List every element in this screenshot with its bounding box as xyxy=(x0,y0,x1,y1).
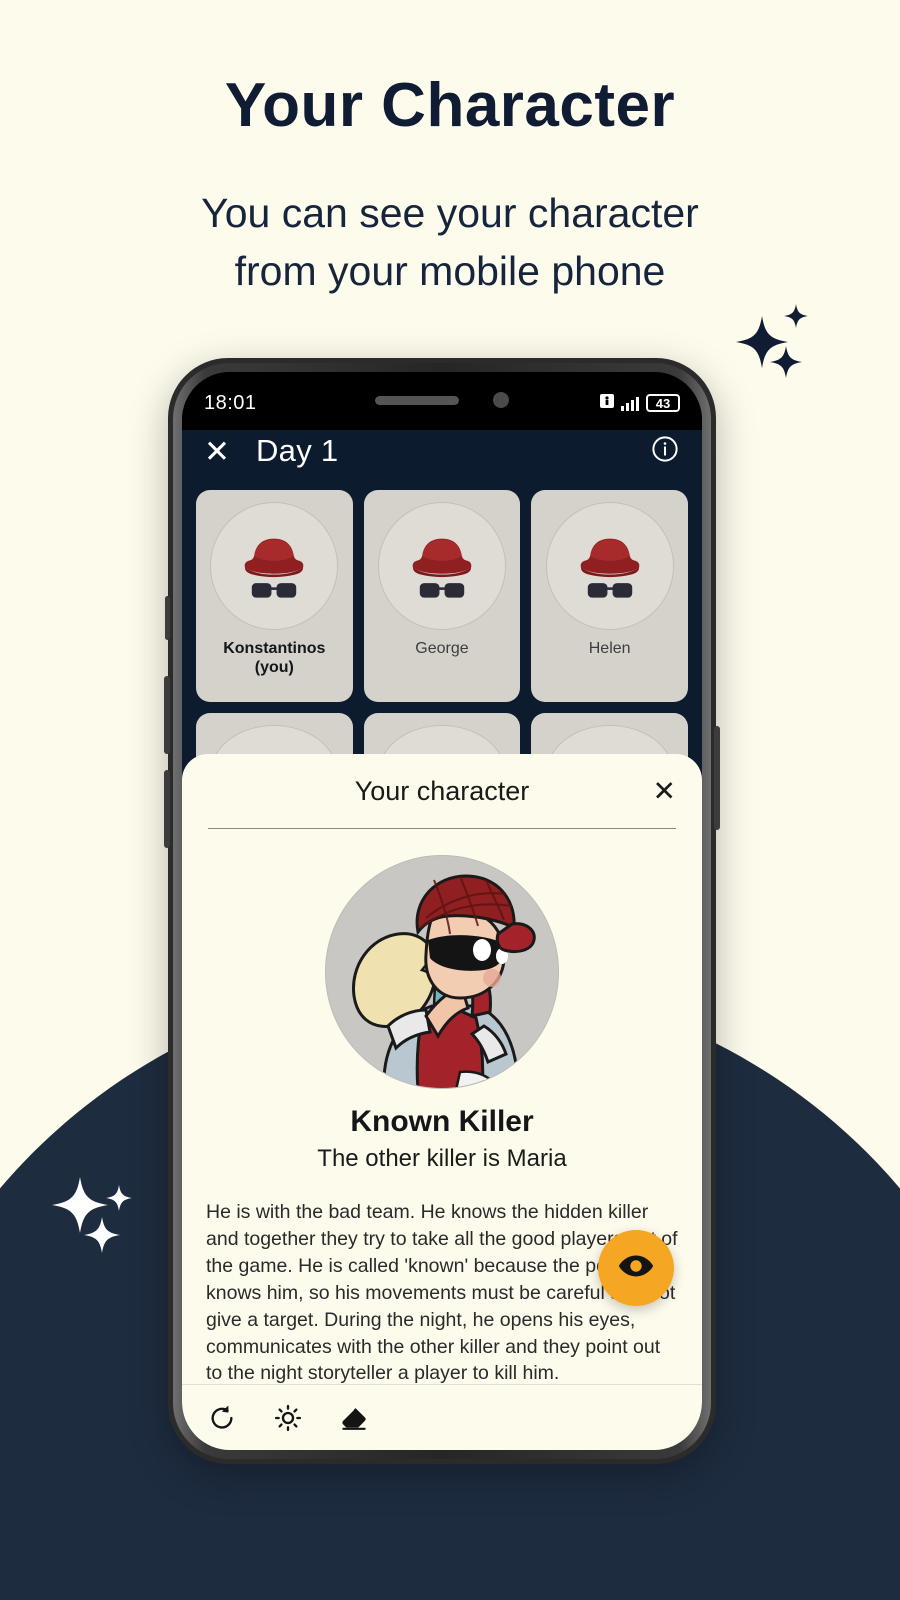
phone-power-button[interactable] xyxy=(714,726,720,830)
page-subtitle-line-2: from your mobile phone xyxy=(234,248,666,295)
detective-avatar-icon xyxy=(545,502,674,630)
close-icon[interactable]: ✕ xyxy=(653,775,676,808)
sheet-toolbar xyxy=(182,1384,702,1450)
info-circle-icon[interactable] xyxy=(650,434,680,469)
signal-bars-icon xyxy=(621,396,639,411)
player-name: George xyxy=(415,640,469,657)
battery-level: 43 xyxy=(655,395,671,411)
character-partner-note: The other killer is Maria xyxy=(317,1145,567,1172)
phone-notch xyxy=(287,372,597,428)
page-subtitle-line-1: You can see your character xyxy=(201,190,699,237)
player-name: Helen xyxy=(588,640,631,657)
sheet-title: Your character xyxy=(354,775,530,806)
character-name: Known Killer xyxy=(350,1105,534,1138)
sparkle-icon xyxy=(84,1217,120,1253)
network-icon xyxy=(600,392,614,415)
player-card[interactable]: Helen xyxy=(531,490,688,702)
phone-mute-switch[interactable] xyxy=(165,596,170,640)
refresh-rotate-icon[interactable] xyxy=(208,1404,236,1432)
close-icon[interactable]: ✕ xyxy=(204,436,230,467)
brightness-sun-icon[interactable] xyxy=(274,1404,302,1432)
burglar-avatar-icon xyxy=(325,855,559,1089)
sheet-body: Known Killer The other killer is Maria H… xyxy=(182,829,702,1384)
headings-block: Your Character You can see your characte… xyxy=(0,0,900,301)
earpiece-speaker xyxy=(375,395,459,405)
day-title: Day 1 xyxy=(255,433,339,468)
sparkle-icon xyxy=(106,1185,132,1211)
eye-icon xyxy=(617,1247,655,1290)
sparkle-group-light xyxy=(48,1155,168,1260)
phone-mockup: ✕ Day 1 Konstantinos (you) George Helen … xyxy=(164,358,720,1464)
your-character-sheet: Your character ✕ Known Killer The other … xyxy=(182,754,702,1450)
sheet-header: Your character ✕ xyxy=(182,754,702,828)
detective-avatar-icon xyxy=(377,502,506,630)
eraser-icon[interactable] xyxy=(340,1404,368,1432)
reveal-character-button[interactable] xyxy=(598,1230,674,1306)
page-subtitle: You can see your character from your mob… xyxy=(0,184,900,300)
phone-volume-up-button[interactable] xyxy=(164,676,170,754)
sparkle-group-dark xyxy=(718,300,828,390)
player-grid: Konstantinos (you) George Helen xyxy=(182,482,702,702)
sparkle-icon xyxy=(770,346,802,378)
phone-volume-down-button[interactable] xyxy=(164,770,170,848)
status-time: 18:01 xyxy=(204,391,257,414)
page-title: Your Character xyxy=(224,71,676,140)
player-name: Konstantinos (you) xyxy=(223,640,326,676)
phone-screen: ✕ Day 1 Konstantinos (you) George Helen … xyxy=(182,372,702,1450)
detective-avatar-icon xyxy=(210,502,339,630)
front-camera xyxy=(493,392,509,408)
player-card[interactable]: Konstantinos (you) xyxy=(196,490,353,702)
status-indicators: 43 xyxy=(600,388,680,415)
battery-icon: 43 xyxy=(646,394,680,412)
sparkle-icon xyxy=(784,304,808,328)
player-card[interactable]: George xyxy=(363,490,521,702)
game-app: ✕ Day 1 Konstantinos (you) George Helen … xyxy=(182,420,702,1450)
